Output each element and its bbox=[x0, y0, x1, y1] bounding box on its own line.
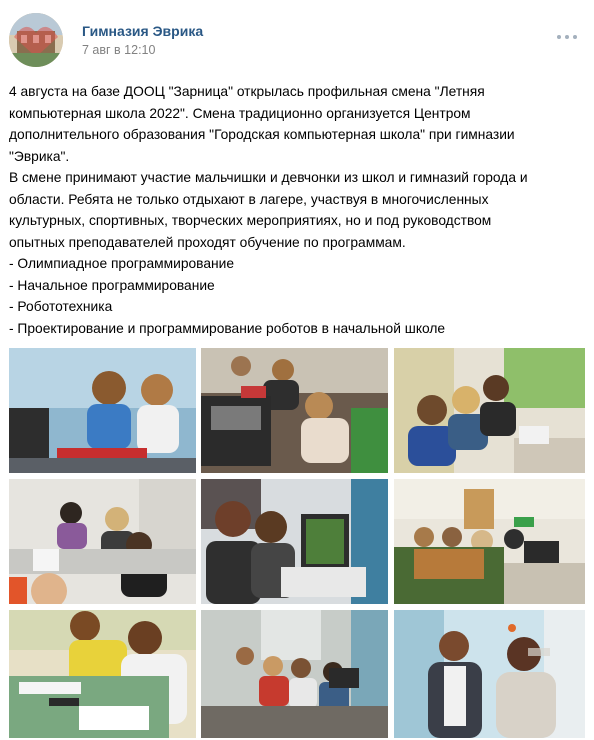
post-text-line: области. Ребята не только отдыхают в лаг… bbox=[9, 191, 489, 207]
post-text-line: - Начальное программирование bbox=[9, 277, 215, 293]
photo-robotics-kids[interactable] bbox=[9, 348, 196, 473]
photo-robot-kits-table[interactable] bbox=[201, 348, 388, 473]
post-header: Гимназия Эврика 7 авг в 12:10 bbox=[9, 13, 585, 67]
post-text-line: дополнительного образования "Городская к… bbox=[9, 127, 515, 142]
avatar-image bbox=[9, 13, 63, 67]
post-text-line: компьютерная школа 2022". Смена традицио… bbox=[9, 105, 471, 121]
post-text-line: "Эврика". bbox=[9, 148, 70, 164]
photo-girls-laptop[interactable] bbox=[201, 479, 388, 604]
photo-teacher-and-student[interactable] bbox=[394, 610, 585, 738]
post-text-line: культурных, спортивных, творческих мероп… bbox=[9, 213, 492, 228]
more-horizontal-icon[interactable] bbox=[557, 31, 577, 43]
post-date-link[interactable]: 7 авг в 12:10 bbox=[82, 43, 155, 57]
wall-post: Гимназия Эврика 7 авг в 12:10 4 августа … bbox=[0, 0, 594, 740]
avatar[interactable] bbox=[9, 13, 63, 67]
photo-hall-teamwork[interactable] bbox=[394, 479, 585, 604]
post-text: 4 августа на базе ДООЦ "Зарница" открыла… bbox=[9, 81, 585, 339]
photo-group-room[interactable] bbox=[201, 610, 388, 738]
post-text-line: В смене принимают участие мальчишки и де… bbox=[9, 170, 528, 185]
photo-writing-at-table[interactable] bbox=[9, 610, 196, 738]
post-text-line: опытных преподавателей проходят обучение… bbox=[9, 234, 406, 250]
post-text-line: - Олимпиадное программирование bbox=[9, 256, 235, 271]
post-text-line: 4 августа на базе ДООЦ "Зарница" открыла… bbox=[9, 84, 485, 99]
post-text-line: - Робототехника bbox=[9, 299, 113, 314]
photo-boys-at-laptops[interactable] bbox=[394, 348, 585, 473]
post-author-link[interactable]: Гимназия Эврика bbox=[82, 23, 203, 39]
photo-grid bbox=[9, 348, 585, 738]
photo-classroom-group[interactable] bbox=[9, 479, 196, 604]
post-text-line: - Проектирование и программирование робо… bbox=[9, 320, 446, 336]
